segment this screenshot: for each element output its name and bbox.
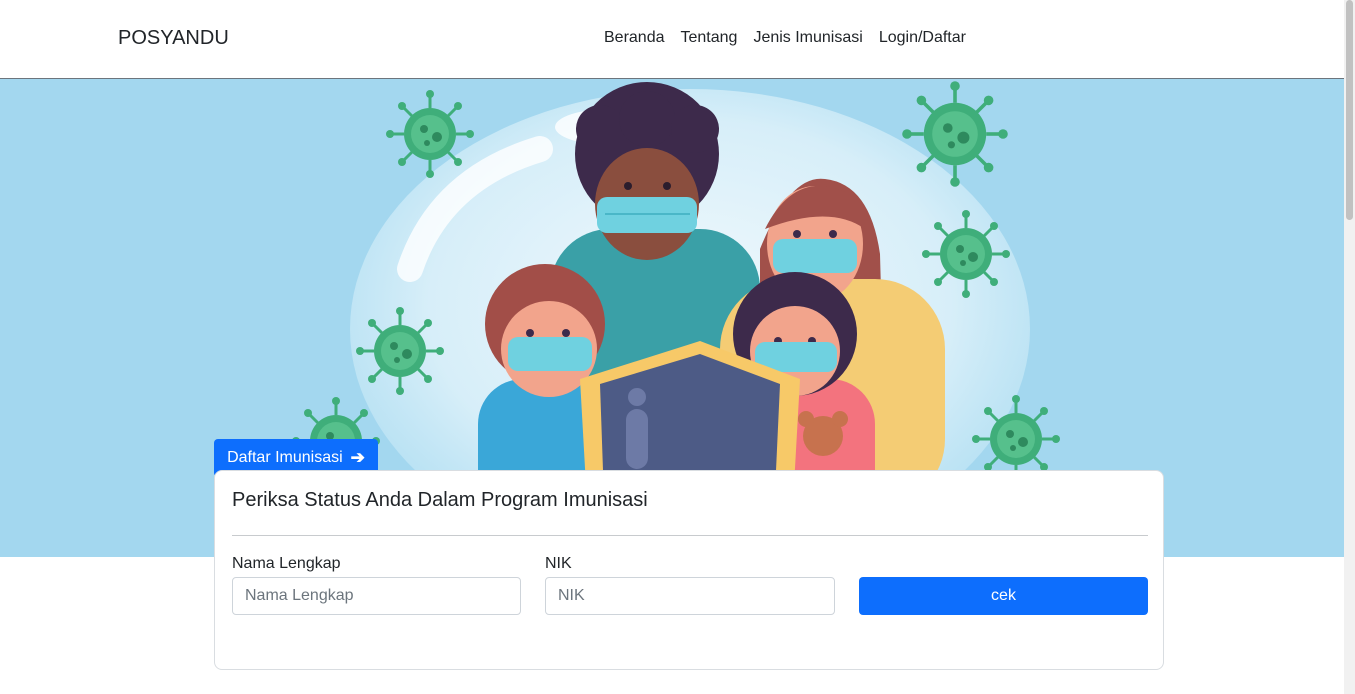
card-title: Periksa Status Anda Dalam Program Imunis… bbox=[232, 489, 648, 511]
nav-links: Beranda Tentang Jenis Imunisasi Login/Da… bbox=[604, 29, 966, 47]
virus-icon bbox=[354, 305, 446, 397]
daftar-imunisasi-label: Daftar Imunisasi bbox=[227, 449, 343, 466]
arrow-right-icon: ➔ bbox=[350, 448, 365, 467]
nav-link-jenis-imunisasi[interactable]: Jenis Imunisasi bbox=[753, 29, 862, 47]
nik-input[interactable] bbox=[545, 577, 835, 615]
name-label: Nama Lengkap bbox=[232, 555, 341, 572]
nav-link-beranda[interactable]: Beranda bbox=[604, 29, 665, 47]
scrollbar-thumb[interactable] bbox=[1346, 0, 1353, 220]
virus-icon bbox=[920, 208, 1012, 300]
virus-icon bbox=[384, 88, 476, 180]
divider bbox=[232, 535, 1148, 536]
name-input[interactable] bbox=[232, 577, 521, 615]
navbar: POSYANDU Beranda Tentang Jenis Imunisasi… bbox=[0, 0, 1344, 79]
brand-logo[interactable]: POSYANDU bbox=[118, 27, 229, 50]
check-status-card: Periksa Status Anda Dalam Program Imunis… bbox=[214, 470, 1164, 670]
nav-link-tentang[interactable]: Tentang bbox=[681, 29, 738, 47]
scrollbar[interactable] bbox=[1344, 0, 1355, 694]
nav-link-login-daftar[interactable]: Login/Daftar bbox=[879, 29, 966, 47]
cek-button[interactable]: cek bbox=[859, 577, 1148, 615]
virus-icon bbox=[900, 79, 1010, 189]
nik-label: NIK bbox=[545, 555, 572, 572]
